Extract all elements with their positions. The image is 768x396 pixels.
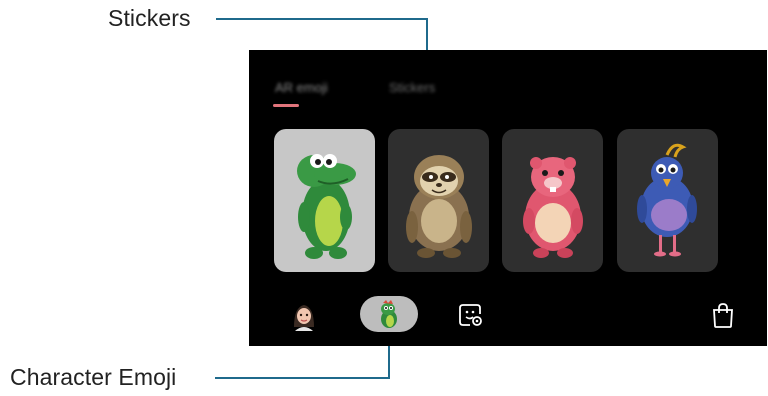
sloth-icon — [406, 155, 472, 258]
stickers-callout-line — [216, 18, 428, 20]
character-emoji-icon — [381, 300, 397, 328]
tab-selected-indicator — [273, 104, 299, 107]
store-button[interactable] — [706, 298, 740, 332]
stickers-callout-label: Stickers — [108, 5, 191, 31]
bird-icon — [637, 143, 697, 257]
character-card-bird[interactable] — [617, 129, 718, 272]
my-emoji-avatar-icon — [294, 305, 314, 331]
character-card-dinosaur[interactable] — [274, 129, 375, 272]
character-emoji-button[interactable] — [360, 296, 418, 332]
sticker-settings-icon — [459, 304, 482, 326]
dinosaur-icon — [297, 154, 356, 259]
character-card-beaver[interactable] — [502, 129, 603, 272]
my-emoji-button[interactable] — [287, 298, 321, 332]
figure: Stickers Character Emoji AR emoji Sticke… — [0, 0, 768, 396]
sticker-settings-button[interactable] — [454, 298, 488, 332]
beaver-icon — [523, 157, 583, 258]
tab-stickers[interactable]: Stickers — [389, 80, 435, 95]
store-bag-icon — [713, 303, 733, 328]
character-card-sloth[interactable] — [388, 129, 489, 272]
tab-ar-emoji[interactable]: AR emoji — [275, 80, 328, 95]
character-emoji-callout-label: Character Emoji — [10, 364, 177, 390]
character-emoji-callout-line — [215, 377, 390, 379]
emoji-panel: AR emoji Stickers — [249, 50, 767, 346]
